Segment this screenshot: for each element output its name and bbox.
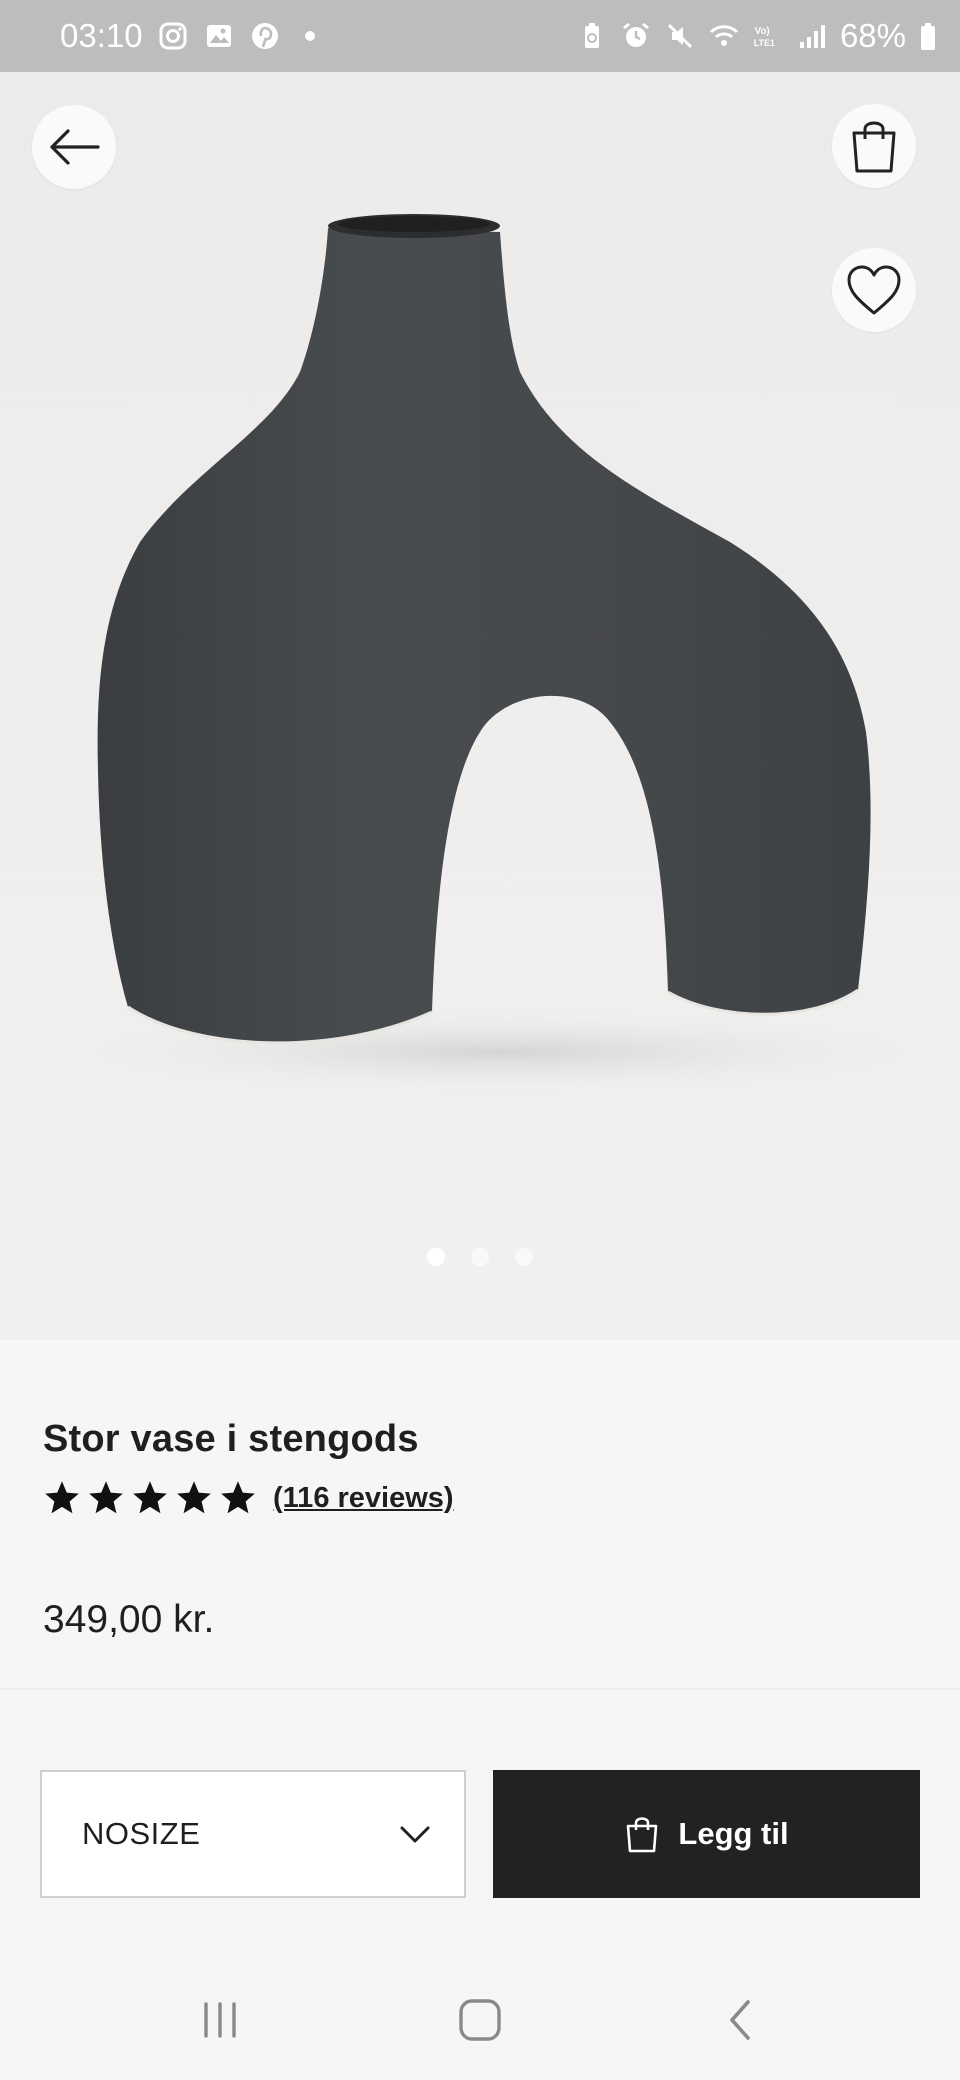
divider [0, 1688, 960, 1690]
system-navigation-bar [0, 1960, 960, 2080]
star-icon [45, 1481, 79, 1514]
home-button[interactable] [440, 1980, 520, 2060]
clock: 03:10 [60, 17, 143, 54]
chevron-left-icon [730, 2000, 750, 2040]
heart-icon [847, 265, 901, 315]
mute-icon [667, 23, 692, 49]
shopping-bag-icon [627, 1817, 658, 1853]
reviews-link[interactable]: (116 reviews) [273, 1482, 454, 1515]
wishlist-button[interactable] [832, 248, 916, 332]
gallery-dot-active[interactable] [427, 1248, 445, 1266]
back-button[interactable] [32, 105, 116, 189]
product-image [70, 214, 930, 1092]
instagram-icon [159, 22, 187, 50]
gallery-dot[interactable] [471, 1248, 489, 1266]
home-icon [459, 1999, 501, 2041]
arrow-left-icon [50, 129, 100, 165]
battery-icon [921, 23, 935, 50]
battery-percent: 68% [839, 17, 906, 54]
product-price: 349,00 kr. [43, 1598, 215, 1641]
system-back-button[interactable] [700, 1980, 780, 2060]
star-icon [177, 1481, 211, 1514]
star-icon [89, 1481, 123, 1514]
svg-text:LTE1: LTE1 [754, 38, 775, 48]
product-info: Stor vase i stengods (116 reviews) [43, 1418, 923, 1517]
wifi-icon [709, 25, 738, 46]
status-bar: 03:10 Vo) LTE1 68% [0, 0, 960, 72]
product-image-gallery[interactable] [0, 72, 960, 1340]
gallery-pagination [0, 1248, 960, 1266]
pinterest-icon [251, 23, 278, 49]
add-to-bag-button[interactable]: Legg til [493, 1770, 920, 1898]
cart-button[interactable] [832, 104, 916, 188]
rating-stars [43, 1479, 257, 1517]
battery-saver-icon [584, 23, 599, 48]
rating-row: (116 reviews) [43, 1479, 923, 1517]
svg-text:Vo): Vo) [755, 26, 770, 37]
recent-apps-icon [204, 2002, 236, 2038]
star-icon [221, 1481, 255, 1514]
product-title: Stor vase i stengods [43, 1418, 419, 1460]
signal-icon [799, 25, 825, 48]
volte-icon: Vo)LTE1 [754, 26, 775, 48]
alarm-icon [623, 22, 649, 47]
star-icon [133, 1481, 167, 1514]
gallery-icon [206, 25, 231, 47]
add-to-bag-label: Legg til [678, 1816, 789, 1851]
notification-dot-icon [304, 31, 315, 41]
recent-apps-button[interactable] [180, 1980, 260, 2060]
size-dropdown[interactable]: NOSIZE [40, 1770, 466, 1898]
gallery-dot[interactable] [515, 1248, 533, 1266]
chevron-down-icon [400, 1826, 430, 1843]
shopping-bag-icon [852, 121, 896, 173]
size-value: NOSIZE [82, 1816, 201, 1851]
